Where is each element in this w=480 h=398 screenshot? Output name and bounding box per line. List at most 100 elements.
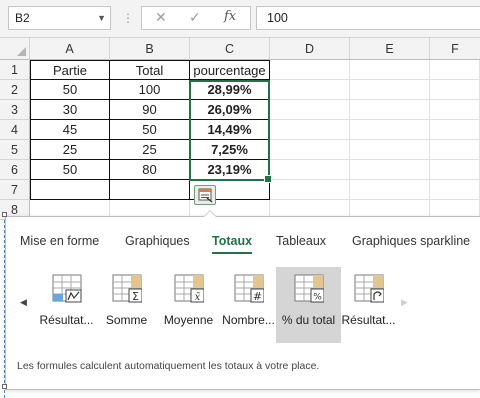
- cancel-icon[interactable]: ✕: [155, 9, 167, 26]
- option-sum[interactable]: Σ Somme: [94, 267, 159, 343]
- cell-c6[interactable]: 23,19%: [190, 160, 270, 180]
- column-header-d[interactable]: D: [270, 38, 350, 60]
- column-header-e[interactable]: E: [350, 38, 430, 60]
- sum-column-icon: Σ: [112, 274, 142, 303]
- cell-e5[interactable]: [350, 140, 430, 160]
- tab-mise-en-forme[interactable]: Mise en forme: [20, 234, 99, 248]
- cell-e3[interactable]: [350, 100, 430, 120]
- option-average[interactable]: x̄ Moyenne: [156, 267, 221, 343]
- row-header-4[interactable]: 4: [0, 120, 30, 140]
- cell-a5[interactable]: 25: [30, 140, 110, 160]
- cell-b4[interactable]: 50: [110, 120, 190, 140]
- cell-c3[interactable]: 26,09%: [190, 100, 270, 120]
- option-running-total-row[interactable]: Résultat...: [34, 267, 99, 343]
- svg-text:x̄: x̄: [195, 292, 201, 303]
- cell-e7[interactable]: [350, 180, 430, 200]
- enter-icon[interactable]: ✓: [189, 9, 201, 26]
- chevron-down-icon[interactable]: ▼: [97, 7, 106, 29]
- percent-total-column-icon: %: [294, 274, 324, 303]
- svg-text:#: #: [253, 290, 262, 303]
- column-header-f[interactable]: F: [430, 38, 480, 60]
- cell-c1[interactable]: pourcentage: [190, 60, 270, 80]
- cell-b7[interactable]: [110, 180, 190, 200]
- resize-handle-icon[interactable]: [2, 212, 7, 217]
- option-percent-total[interactable]: % % du total: [276, 267, 341, 343]
- cell-d1[interactable]: [270, 60, 350, 80]
- cell-c5[interactable]: 7,25%: [190, 140, 270, 160]
- name-box-value: B2: [15, 11, 30, 25]
- option-label: Nombre...: [222, 313, 275, 327]
- cell-a4[interactable]: 45: [30, 120, 110, 140]
- column-header-c[interactable]: C: [190, 38, 270, 60]
- cell-d7[interactable]: [270, 180, 350, 200]
- cell-d3[interactable]: [270, 100, 350, 120]
- average-column-icon: x̄: [174, 274, 204, 303]
- cell-f3[interactable]: [430, 100, 480, 120]
- cell-f6[interactable]: [430, 160, 480, 180]
- panel-hint-text: Les formules calculent automatiquement l…: [17, 360, 320, 372]
- option-label: Moyenne: [163, 313, 214, 327]
- quick-analysis-panel: Mise en forme Graphiques Totaux Tableaux…: [5, 210, 480, 390]
- running-total-row-icon: [52, 274, 82, 303]
- cell-e6[interactable]: [350, 160, 430, 180]
- option-running-total-column[interactable]: Résultat...: [336, 267, 401, 343]
- cell-b1[interactable]: Total: [110, 60, 190, 80]
- row-header-6[interactable]: 6: [0, 160, 30, 180]
- option-label: Résultat...: [341, 313, 396, 327]
- cell-d4[interactable]: [270, 120, 350, 140]
- row-header-2[interactable]: 2: [0, 80, 30, 100]
- formula-buttons: ✕ ✓ fx: [141, 6, 251, 30]
- cell-b3[interactable]: 90: [110, 100, 190, 120]
- quick-analysis-icon: [198, 188, 213, 203]
- select-all-corner[interactable]: [0, 38, 30, 60]
- cell-e1[interactable]: [350, 60, 430, 80]
- row-header-7[interactable]: 7: [0, 180, 30, 200]
- cell-a7[interactable]: [30, 180, 110, 200]
- cell-a6[interactable]: 50: [30, 160, 110, 180]
- quick-analysis-button[interactable]: [194, 185, 216, 205]
- scroll-right-icon[interactable]: ▶: [401, 297, 408, 308]
- formula-input[interactable]: 100: [256, 6, 480, 30]
- option-label: Somme: [105, 313, 148, 327]
- option-label: % du total: [281, 313, 336, 327]
- running-total-column-icon: [354, 274, 384, 303]
- cell-d5[interactable]: [270, 140, 350, 160]
- name-box[interactable]: B2 ▼: [8, 6, 111, 30]
- cell-a2[interactable]: 50: [30, 80, 110, 100]
- cell-a3[interactable]: 30: [30, 100, 110, 120]
- tab-graphiques[interactable]: Graphiques: [125, 234, 190, 248]
- insert-function-icon[interactable]: fx: [224, 9, 236, 24]
- count-column-icon: #: [234, 274, 264, 303]
- tab-tableaux[interactable]: Tableaux: [276, 234, 326, 248]
- cell-d2[interactable]: [270, 80, 350, 100]
- cell-f4[interactable]: [430, 120, 480, 140]
- column-header-b[interactable]: B: [110, 38, 190, 60]
- cell-d6[interactable]: [270, 160, 350, 180]
- drag-handle-icon[interactable]: ⋮: [122, 10, 134, 26]
- row-header-3[interactable]: 3: [0, 100, 30, 120]
- cell-f1[interactable]: [430, 60, 480, 80]
- cell-c2[interactable]: 28,99%: [190, 80, 270, 100]
- column-header-a[interactable]: A: [30, 38, 110, 60]
- svg-text:Σ: Σ: [132, 290, 139, 303]
- cell-f7[interactable]: [430, 180, 480, 200]
- row-header-1[interactable]: 1: [0, 60, 30, 80]
- scroll-left-icon[interactable]: ◀: [20, 297, 27, 308]
- cell-a1[interactable]: Partie: [30, 60, 110, 80]
- cell-e2[interactable]: [350, 80, 430, 100]
- option-label: Résultat...: [39, 313, 94, 327]
- cell-b5[interactable]: 25: [110, 140, 190, 160]
- tab-graphiques-sparkline[interactable]: Graphiques sparkline: [352, 234, 470, 248]
- cell-f5[interactable]: [430, 140, 480, 160]
- row-header-5[interactable]: 5: [0, 140, 30, 160]
- formula-bar: B2 ▼ ⋮ ✕ ✓ fx 100: [0, 0, 480, 38]
- cell-b6[interactable]: 80: [110, 160, 190, 180]
- resize-handle-icon[interactable]: [2, 384, 7, 389]
- option-count[interactable]: # Nombre...: [216, 267, 281, 343]
- cell-c4[interactable]: 14,49%: [190, 120, 270, 140]
- cell-e4[interactable]: [350, 120, 430, 140]
- tab-totaux[interactable]: Totaux: [212, 234, 253, 254]
- cell-b2[interactable]: 100: [110, 80, 190, 100]
- svg-text:%: %: [313, 293, 322, 303]
- cell-f2[interactable]: [430, 80, 480, 100]
